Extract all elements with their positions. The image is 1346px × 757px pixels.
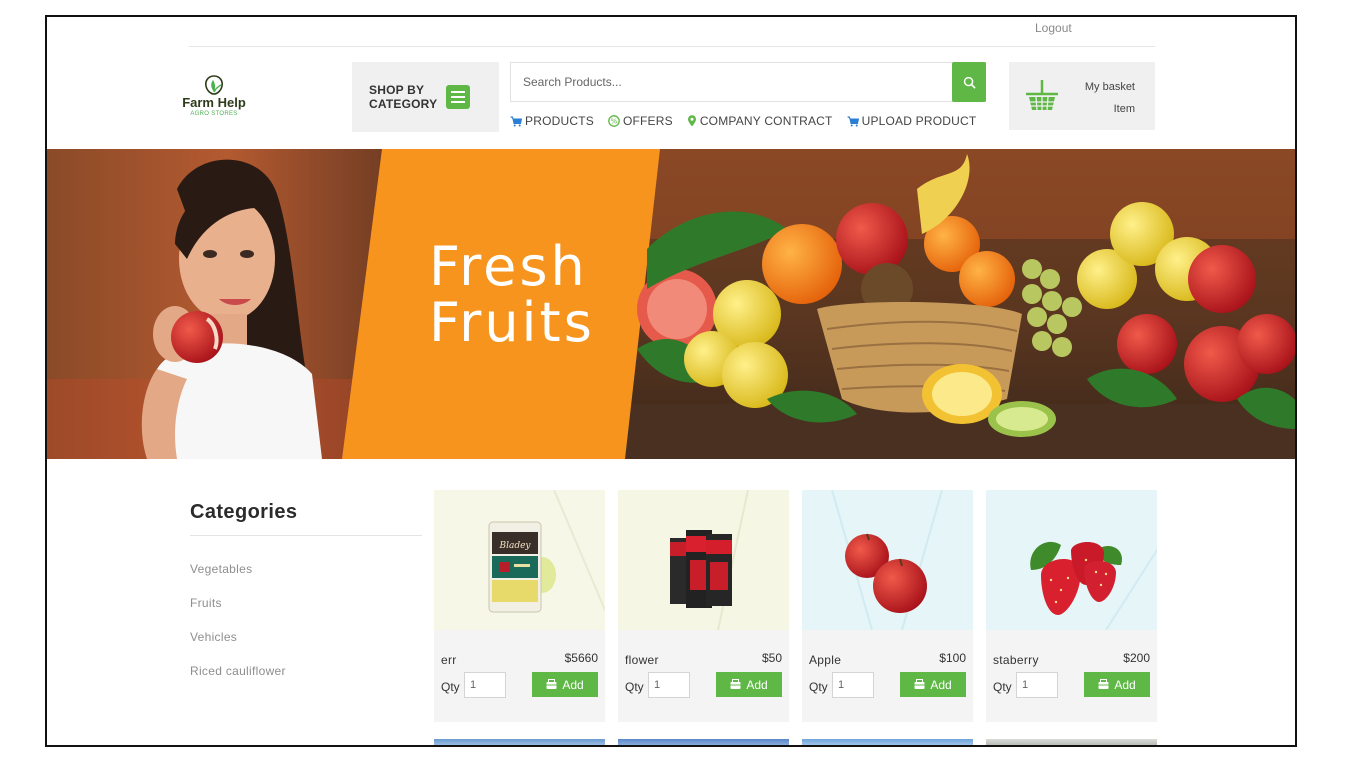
main-nav: PRODUCTS % OFFERS COMPANY CONTRACT UPLOA… bbox=[510, 114, 976, 128]
product-card[interactable]: flower $50 Qty Add bbox=[618, 490, 789, 722]
page-frame: Logout Farm Help AGRO STORES SHOP BY CAT… bbox=[45, 15, 1297, 747]
hamburger-menu-icon[interactable] bbox=[446, 85, 470, 109]
nav-upload-product[interactable]: UPLOAD PRODUCT bbox=[847, 114, 977, 128]
strawberries-image bbox=[986, 490, 1157, 630]
coffee-bags-image bbox=[618, 490, 789, 630]
hero-illustration bbox=[47, 149, 1295, 459]
basket-title: My basket bbox=[1084, 81, 1135, 93]
product-price: $5660 bbox=[564, 651, 598, 665]
apples-image bbox=[802, 490, 973, 630]
search-icon bbox=[963, 76, 975, 88]
cart-icon bbox=[510, 116, 522, 126]
product-card[interactable]: staberry $200 Qty Add bbox=[986, 490, 1157, 722]
product-card-partial[interactable] bbox=[618, 739, 789, 745]
nav-offers[interactable]: % OFFERS bbox=[608, 114, 673, 128]
product-card-partial[interactable] bbox=[986, 739, 1157, 745]
product-price: $100 bbox=[939, 651, 966, 665]
product-name: Apple bbox=[809, 653, 842, 667]
logo-subtitle: AGRO STORES bbox=[190, 111, 238, 117]
leaf-logo-icon bbox=[205, 75, 223, 95]
qty-label: Qty bbox=[625, 680, 644, 694]
product-image[interactable]: Bladey bbox=[434, 490, 605, 630]
qty-input[interactable] bbox=[648, 672, 690, 698]
product-image[interactable] bbox=[802, 490, 973, 630]
categories-title: Categories bbox=[190, 501, 298, 523]
category-item-vehicles[interactable]: Vehicles bbox=[190, 630, 286, 664]
basket-icon bbox=[1026, 80, 1058, 111]
top-bar bbox=[189, 17, 1155, 47]
categories-list: Vegetables Fruits Vehicles Riced caulifl… bbox=[190, 562, 286, 698]
search-button[interactable] bbox=[952, 62, 986, 102]
product-image[interactable] bbox=[618, 490, 789, 630]
map-pin-icon bbox=[687, 115, 696, 127]
logo-name: Farm Help bbox=[182, 95, 246, 110]
add-to-cart-button[interactable]: Add bbox=[900, 672, 966, 697]
category-item-vegetables[interactable]: Vegetables bbox=[190, 562, 286, 596]
qty-input[interactable] bbox=[832, 672, 874, 698]
qty-label: Qty bbox=[993, 680, 1012, 694]
product-price: $200 bbox=[1123, 651, 1150, 665]
product-card[interactable]: Bladey err $5660 Qty Add bbox=[434, 490, 605, 722]
add-to-cart-button[interactable]: Add bbox=[532, 672, 598, 697]
nav-products[interactable]: PRODUCTS bbox=[510, 114, 594, 128]
basket-small-icon bbox=[546, 679, 557, 689]
cart-icon bbox=[847, 116, 859, 126]
search-input[interactable] bbox=[511, 63, 951, 101]
basket-small-icon bbox=[1098, 679, 1109, 689]
add-to-cart-button[interactable]: Add bbox=[716, 672, 782, 697]
basket-small-icon bbox=[730, 679, 741, 689]
offer-badge-icon: % bbox=[608, 115, 620, 127]
hero-banner[interactable]: Fresh Fruits bbox=[47, 149, 1295, 459]
search-bar bbox=[510, 62, 986, 102]
svg-text:%: % bbox=[611, 118, 618, 126]
logo[interactable]: Farm Help AGRO STORES bbox=[169, 72, 259, 132]
qty-input[interactable] bbox=[1016, 672, 1058, 698]
product-price: $50 bbox=[761, 651, 782, 665]
basket-item-count: Item bbox=[1113, 103, 1135, 115]
my-basket-button[interactable]: My basket Item bbox=[1009, 62, 1155, 130]
add-to-cart-button[interactable]: Add bbox=[1084, 672, 1150, 697]
categories-divider bbox=[190, 535, 422, 536]
product-name: staberry bbox=[993, 653, 1039, 667]
snack-pack-image: Bladey bbox=[434, 490, 605, 630]
product-card-partial[interactable] bbox=[434, 739, 605, 745]
qty-input[interactable] bbox=[464, 672, 506, 698]
product-name: err bbox=[441, 653, 457, 667]
hero-headline: Fresh Fruits bbox=[429, 235, 595, 354]
product-name: flower bbox=[625, 653, 659, 667]
category-item-fruits[interactable]: Fruits bbox=[190, 596, 286, 630]
nav-company-contract[interactable]: COMPANY CONTRACT bbox=[687, 114, 833, 128]
svg-text:Bladey: Bladey bbox=[498, 541, 531, 551]
product-image[interactable] bbox=[986, 490, 1157, 630]
product-card-partial[interactable] bbox=[802, 739, 973, 745]
logout-link[interactable]: Logout bbox=[1035, 21, 1072, 35]
basket-small-icon bbox=[914, 679, 925, 689]
category-item-riced-cauliflower[interactable]: Riced cauliflower bbox=[190, 664, 286, 698]
qty-label: Qty bbox=[441, 680, 460, 694]
shop-by-category-button[interactable]: SHOP BY CATEGORY bbox=[352, 62, 499, 132]
qty-label: Qty bbox=[809, 680, 828, 694]
product-card[interactable]: Apple $100 Qty Add bbox=[802, 490, 973, 722]
shop-by-category-label: SHOP BY CATEGORY bbox=[369, 83, 438, 111]
